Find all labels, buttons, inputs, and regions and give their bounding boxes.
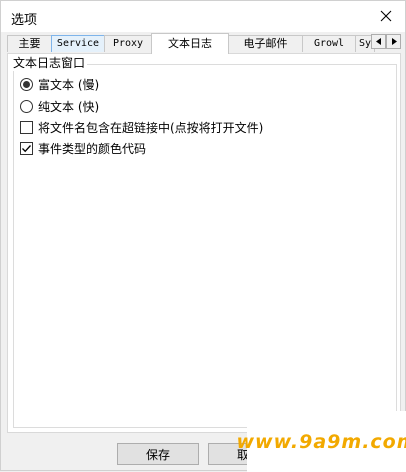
options-dialog: 选项 主要 Service Proxy 文本日志 电子邮件 Growl Sy 文…: [0, 0, 406, 472]
arrow-left-icon: [375, 38, 381, 45]
site-watermark: www.9a9m.com: [236, 411, 406, 472]
include-filename-checkbox[interactable]: [20, 121, 33, 134]
tab-text-log[interactable]: 文本日志: [151, 33, 229, 54]
arrow-right-icon: [391, 38, 397, 45]
color-code-option[interactable]: 事件类型的颜色代码: [20, 140, 146, 157]
rich-text-label: 富文本 (慢): [38, 78, 100, 92]
rich-text-radio[interactable]: [20, 78, 33, 91]
plain-text-option[interactable]: 纯文本 (快): [20, 98, 99, 115]
include-filename-option[interactable]: 将文件名包含在超链接中(点按将打开文件): [20, 119, 263, 136]
plain-text-radio[interactable]: [20, 100, 33, 113]
tab-email[interactable]: 电子邮件: [228, 35, 303, 52]
color-code-checkbox[interactable]: [20, 142, 33, 155]
include-filename-label: 将文件名包含在超链接中(点按将打开文件): [38, 121, 264, 135]
save-button[interactable]: 保存: [117, 443, 199, 465]
tab-proxy[interactable]: Proxy: [104, 35, 152, 52]
rich-text-option[interactable]: 富文本 (慢): [20, 76, 99, 93]
tab-scroll-left-button[interactable]: [371, 34, 386, 49]
tab-strip: 主要 Service Proxy 文本日志 电子邮件 Growl Sy: [7, 33, 401, 54]
color-code-label: 事件类型的颜色代码: [38, 142, 147, 156]
close-button[interactable]: [369, 1, 403, 31]
tab-service[interactable]: Service: [51, 35, 105, 52]
plain-text-label: 纯文本 (快): [38, 100, 100, 114]
window-title: 选项: [11, 13, 38, 28]
tab-growl[interactable]: Growl: [302, 35, 356, 52]
radio-selected-dot: [23, 81, 30, 88]
tab-scroll-buttons: [371, 34, 401, 49]
group-title: 文本日志窗口: [11, 54, 88, 71]
watermark-text: www.9a9m.com: [236, 430, 406, 453]
checkmark-icon: [22, 145, 31, 153]
title-bar: 选项: [1, 1, 405, 32]
tab-main[interactable]: 主要: [7, 35, 52, 52]
close-icon: [380, 10, 392, 22]
tab-scroll-right-button[interactable]: [386, 34, 401, 49]
